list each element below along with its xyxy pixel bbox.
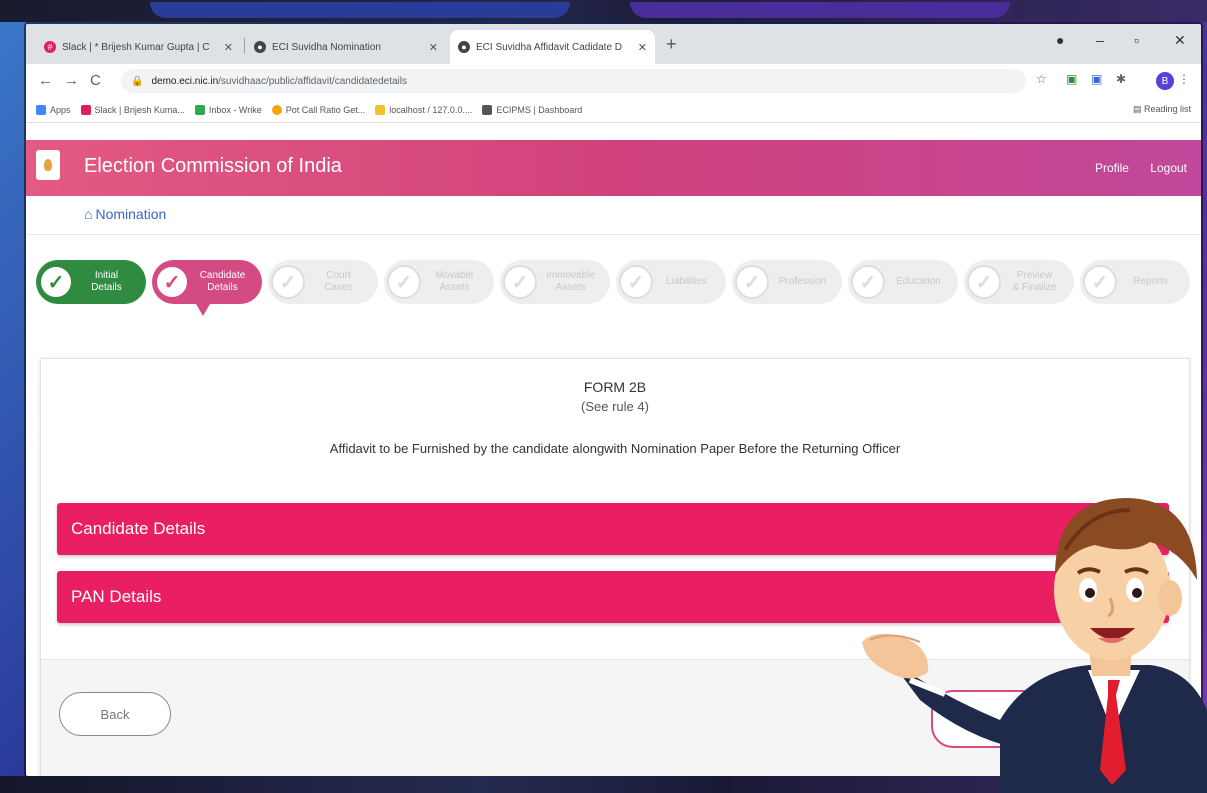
tab-eci-nomination[interactable]: ● ECI Suvidha Nomination ✕ [246, 30, 446, 64]
puzzle-icon[interactable]: ✱ [1116, 72, 1126, 86]
database-icon [375, 105, 386, 115]
logout-link[interactable]: Logout [1150, 161, 1187, 175]
lock-icon: 🔒 [131, 75, 144, 87]
check-icon: ✓ [967, 265, 1001, 299]
address-toolbar: ← → C 🔒 demo.eci.nic.in /suvidhaac/publi… [26, 64, 1201, 98]
bookmark-ecipms[interactable]: ECIPMS | Dashboard [482, 105, 582, 115]
check-icon: ✓ [1083, 265, 1117, 299]
extension-icon[interactable]: ▣ [1066, 72, 1077, 86]
close-icon[interactable]: ✕ [638, 41, 647, 54]
star-icon[interactable]: ☆ [1036, 72, 1047, 86]
bookmark-apps[interactable]: Apps [36, 105, 71, 115]
breadcrumb[interactable]: ⌂ Nomination [84, 206, 166, 222]
check-icon: ✓ [271, 265, 305, 299]
app-header: Election Commission of India Profile Log… [26, 140, 1201, 196]
breadcrumb-label: Nomination [95, 206, 167, 222]
step-4[interactable]: ✓ Movable Assets [384, 260, 494, 304]
step-5[interactable]: ✓ Immovable Assets [500, 260, 610, 304]
app-title: Election Commission of India [84, 155, 342, 177]
check-icon: ✓ [39, 265, 73, 299]
back-arrow-icon[interactable]: ← [38, 72, 53, 89]
tab-slack[interactable]: # Slack | * Brijesh Kumar Gupta | C ✕ [36, 30, 241, 64]
circle-icon [271, 105, 282, 115]
new-tab-button[interactable]: + [666, 34, 677, 55]
step-label: Immovable Assets [546, 270, 595, 293]
outer-frame-top [0, 0, 1207, 22]
tab-title: Slack | * Brijesh Kumar Gupta | C [62, 41, 210, 53]
close-icon[interactable]: ✕ [429, 41, 438, 54]
step-label: Court Cases [324, 270, 353, 293]
bookmark-slack[interactable]: Slack | Brijesh Kuma... [80, 105, 185, 115]
form-rule: (See rule 4) [581, 399, 649, 414]
forward-arrow-icon[interactable]: → [64, 72, 79, 89]
slack-icon [80, 105, 91, 115]
step-label: Education [896, 276, 941, 287]
url-bar[interactable]: 🔒 demo.eci.nic.in /suvidhaac/public/affi… [121, 69, 1026, 93]
record-icon[interactable]: ● [1056, 32, 1064, 48]
reading-list[interactable]: ▤ Reading list [1133, 104, 1191, 115]
bookmark-localhost[interactable]: localhost / 127.0.0.... [375, 105, 472, 115]
check-icon: ✓ [155, 265, 189, 299]
step-label: Profession [778, 276, 827, 287]
extension-icon[interactable]: ▣ [1091, 72, 1102, 86]
step-3[interactable]: ✓ Court Cases [268, 260, 378, 304]
accordion-label: PAN Details [71, 587, 162, 606]
reload-icon[interactable]: C [90, 72, 101, 89]
dashboard-icon [482, 105, 493, 115]
progress-stepper: ✓ Initial Details ✓ Candidate Details ✓ Court… [36, 260, 1196, 316]
url-path: /suvidhaac/public/affidavit/candidatedet… [218, 75, 407, 87]
accordion-label: Candidate Details [71, 519, 206, 538]
cartoon-businessman-illustration [862, 498, 1207, 793]
globe-icon: ● [458, 41, 470, 53]
profile-link[interactable]: Profile [1095, 161, 1129, 175]
step-label: Movable Assets [435, 270, 474, 293]
back-button[interactable]: Back [59, 692, 171, 736]
apps-grid-icon [36, 105, 46, 115]
step-label: Preview & Finalize [1012, 270, 1057, 293]
tab-strip: # Slack | * Brijesh Kumar Gupta | C ✕ ● … [26, 24, 1201, 64]
home-icon: ⌂ [84, 206, 93, 222]
step-2[interactable]: ✓ Candidate Details [152, 260, 262, 316]
window-close-button[interactable]: ✕ [1174, 32, 1186, 49]
slack-icon: # [44, 41, 56, 53]
globe-icon: ● [254, 41, 266, 53]
url-host: demo.eci.nic.in [151, 75, 219, 87]
step-7[interactable]: ✓ Profession [732, 260, 842, 304]
check-icon: ✓ [851, 265, 885, 299]
check-icon [194, 105, 205, 115]
step-label: Reports [1132, 276, 1168, 287]
form-description: Affidavit to be Furnished by the candida… [329, 441, 901, 456]
step-label: Liabilities [665, 276, 708, 287]
tab-title: ECI Suvidha Affidavit Cadidate D [476, 41, 623, 53]
step-10[interactable]: ✓ Reports [1080, 260, 1190, 304]
check-icon: ✓ [735, 265, 769, 299]
bookmarks-bar: Apps Slack | Brijesh Kuma... Inbox - Wri… [26, 98, 1201, 123]
step-9[interactable]: ✓ Preview & Finalize [964, 260, 1074, 304]
step-6[interactable]: ✓ Liabilities [616, 260, 726, 304]
eci-logo [36, 150, 60, 180]
check-icon: ✓ [387, 265, 421, 299]
close-icon[interactable]: ✕ [224, 41, 233, 54]
bookmark-wrike[interactable]: Inbox - Wrike [194, 105, 262, 115]
menu-dots-icon[interactable]: ⋮ [1178, 72, 1190, 86]
tab-title: ECI Suvidha Nomination [272, 41, 381, 53]
step-label: Candidate Details [199, 270, 246, 293]
step-1[interactable]: ✓ Initial Details [36, 260, 146, 304]
check-icon: ✓ [503, 265, 537, 299]
step-8[interactable]: ✓ Education [848, 260, 958, 304]
maximize-button[interactable]: ▫ [1134, 32, 1139, 48]
check-icon: ✓ [619, 265, 653, 299]
form-title: FORM 2B [583, 379, 647, 395]
step-label: Initial Details [91, 270, 122, 293]
tab-eci-affidavit[interactable]: ● ECI Suvidha Affidavit Cadidate D ✕ [450, 30, 655, 64]
minimize-button[interactable]: – [1096, 32, 1104, 48]
bookmark-pot-call[interactable]: Pot Call Ratio Get... [271, 105, 365, 115]
profile-avatar[interactable]: B [1156, 72, 1174, 90]
